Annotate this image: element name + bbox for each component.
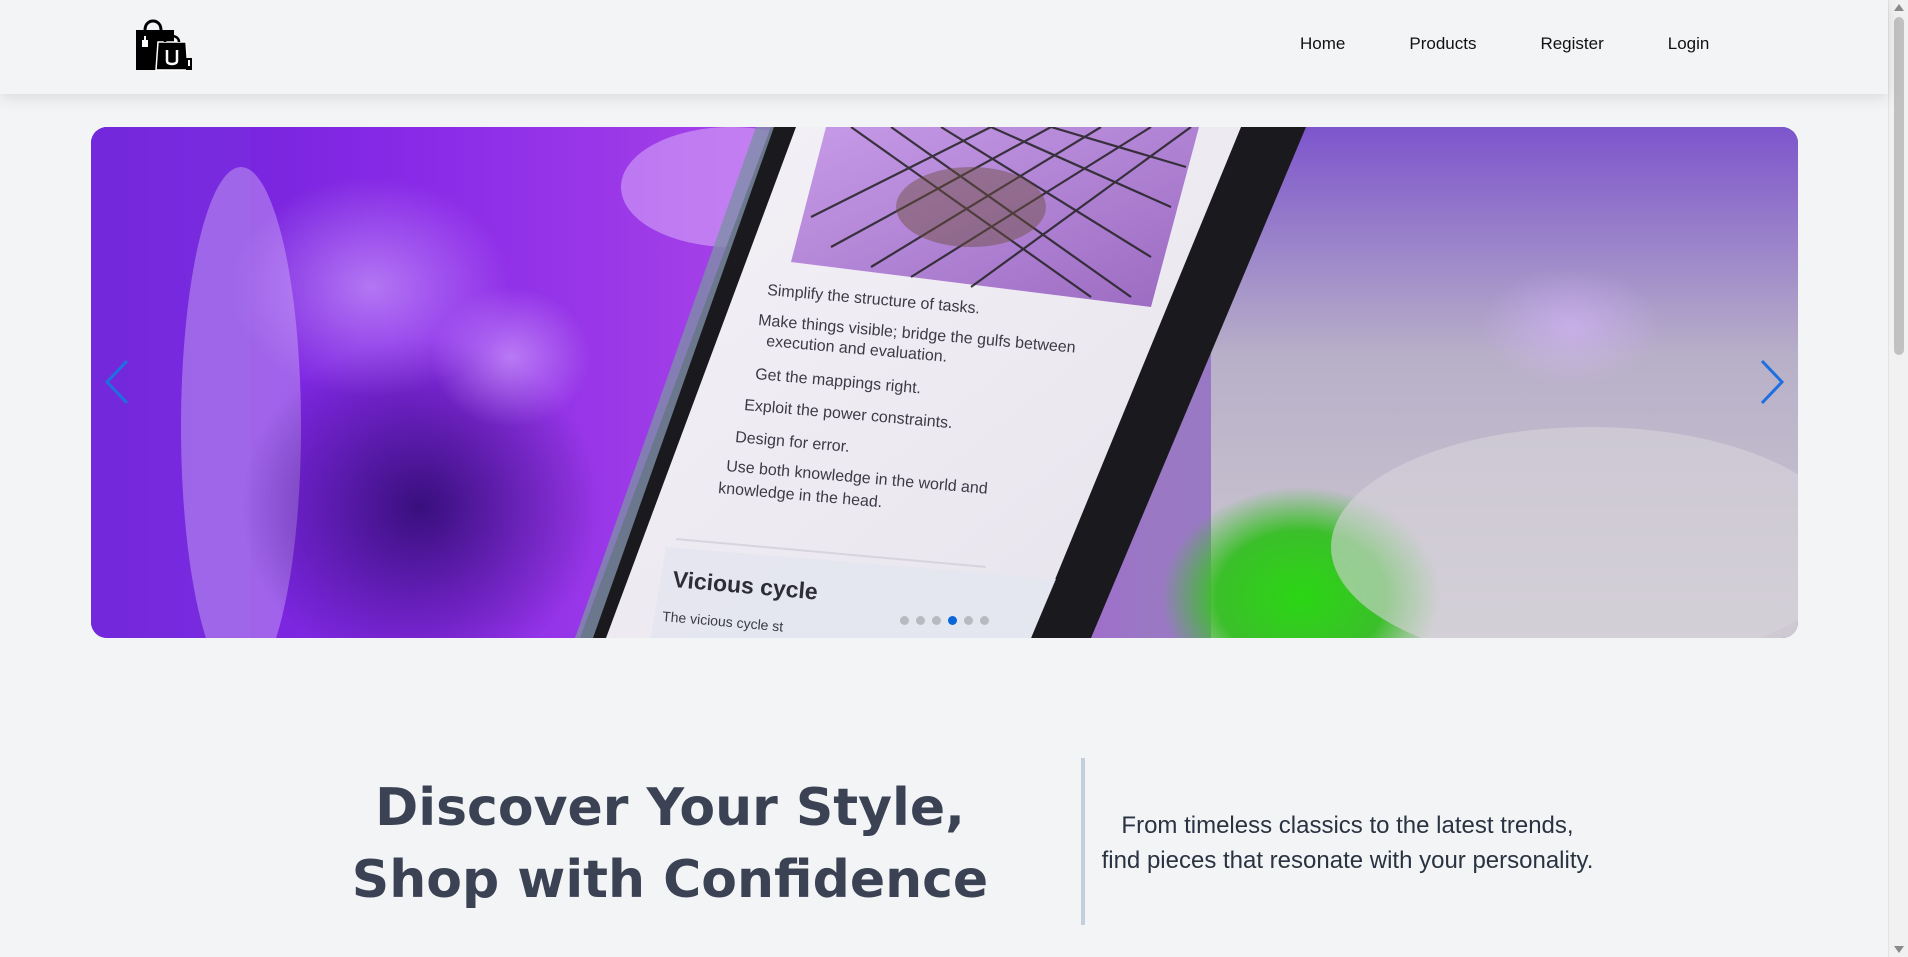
carousel-next-button[interactable] (1750, 357, 1790, 407)
intro-text: From timeless classics to the latest tre… (1101, 812, 1594, 874)
page-scrollbar[interactable] (1888, 0, 1908, 957)
scroll-down-arrow-icon[interactable] (1894, 946, 1904, 953)
carousel-dot[interactable] (932, 616, 941, 625)
carousel-dot[interactable] (980, 616, 989, 625)
nav-products-link[interactable]: Products (1409, 34, 1476, 54)
nav-register-link[interactable]: Register (1540, 34, 1603, 54)
site-header: Home Products Register Login (0, 0, 1888, 94)
carousel-dot[interactable] (916, 616, 925, 625)
intro-title: Discover Your Style, Shop with Confidenc… (351, 778, 989, 910)
carousel-dot[interactable] (964, 616, 973, 625)
scroll-up-arrow-icon[interactable] (1894, 4, 1904, 11)
intro-divider (1081, 758, 1085, 925)
chevron-right-icon (1760, 359, 1785, 405)
carousel-dot[interactable] (900, 616, 909, 625)
hero-slide-image (91, 127, 1798, 638)
main-nav: Home Products Register Login (1300, 34, 1709, 54)
carousel-dot-active[interactable] (948, 616, 957, 625)
nav-home-link[interactable]: Home (1300, 34, 1345, 54)
hero-carousel: Simplify the structure of tasks. Make th… (91, 127, 1798, 638)
carousel-prev-button[interactable] (99, 357, 139, 407)
shopping-bags-logo-icon[interactable] (134, 14, 194, 72)
page: Home Products Register Login Simplify th… (0, 0, 1908, 957)
carousel-dots (900, 616, 989, 625)
chevron-left-icon (104, 359, 129, 405)
scrollbar-thumb[interactable] (1894, 17, 1904, 355)
nav-login-link[interactable]: Login (1668, 34, 1710, 54)
